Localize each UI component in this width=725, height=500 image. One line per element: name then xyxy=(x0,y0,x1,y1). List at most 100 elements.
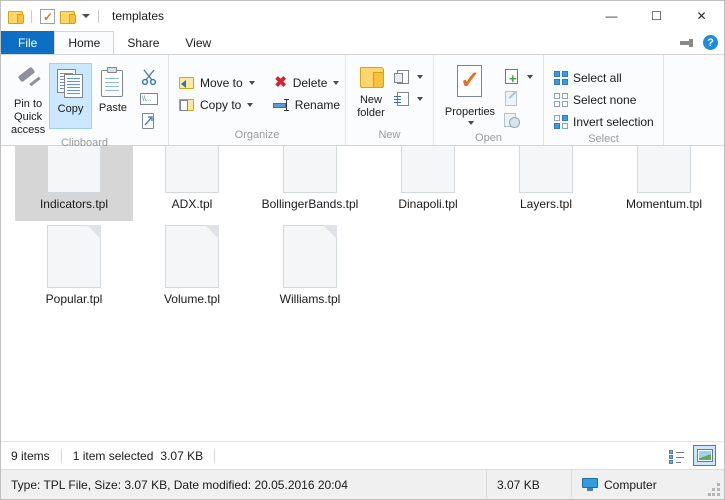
collapse-ribbon-icon[interactable] xyxy=(680,37,694,49)
maximize-button[interactable]: ☐ xyxy=(634,1,679,31)
copy-button[interactable]: Copy xyxy=(49,63,92,129)
check-glyph: ✓ xyxy=(43,9,54,24)
folder-icon[interactable] xyxy=(60,10,76,24)
window-title: templates xyxy=(112,9,165,23)
easy-access-button[interactable] xyxy=(390,88,427,110)
close-button[interactable]: ✕ xyxy=(679,1,724,31)
edit-icon xyxy=(504,91,521,107)
select-none-button[interactable]: Select none xyxy=(550,89,658,111)
file-item[interactable]: Williams.tpl xyxy=(251,221,369,316)
new-item-button[interactable] xyxy=(390,66,427,88)
paste-button[interactable]: Paste xyxy=(92,63,134,129)
move-to-label: Move to xyxy=(200,76,243,90)
select-all-icon xyxy=(554,70,569,86)
details-view-button[interactable] xyxy=(665,445,688,466)
tab-file[interactable]: File xyxy=(1,31,55,54)
history-icon xyxy=(504,113,521,129)
computer-icon xyxy=(582,478,598,491)
file-item[interactable]: ADX.tpl xyxy=(133,146,251,221)
organize-col-2: ✖ Delete Rename xyxy=(269,72,344,116)
chevron-down-icon[interactable] xyxy=(247,103,254,107)
divider xyxy=(98,9,99,23)
paste-shortcut-button[interactable] xyxy=(136,110,162,132)
copy-to-label: Copy to xyxy=(200,98,242,112)
copy-path-icon: \\... xyxy=(140,92,159,106)
copy-path-button[interactable]: \\... xyxy=(136,88,162,110)
move-to-button[interactable]: Move to xyxy=(175,72,259,94)
file-explorer-window: ✓ templates — ☐ ✕ File Home Share View ? xyxy=(0,0,725,500)
invert-selection-button[interactable]: Invert selection xyxy=(550,111,658,133)
chevron-down-icon[interactable] xyxy=(82,14,90,18)
chevron-down-icon[interactable] xyxy=(248,81,255,85)
file-item[interactable]: Volume.tpl xyxy=(133,221,251,316)
selection-label: 1 item selected xyxy=(72,448,154,463)
properties-icon: ✓ xyxy=(453,65,487,103)
rename-button[interactable]: Rename xyxy=(269,94,344,116)
ribbon-group-select: Select all Select none Invert selection xyxy=(544,55,664,145)
file-icon xyxy=(637,146,691,193)
paste-label: Paste xyxy=(98,102,127,114)
properties-button[interactable]: ✓ Properties xyxy=(440,61,500,127)
details-bar: Type: TPL File, Size: 3.07 KB, Date modi… xyxy=(1,469,724,499)
properties-icon[interactable]: ✓ xyxy=(40,8,55,24)
cut-icon xyxy=(140,69,158,86)
file-name-label: Volume.tpl xyxy=(163,292,221,306)
help-icon[interactable]: ? xyxy=(703,35,718,50)
divider xyxy=(214,448,216,463)
ribbon: Pin to Quick access Copy Paste \\... Cli… xyxy=(1,54,724,149)
tab-view[interactable]: View xyxy=(172,31,224,54)
open-button[interactable]: + xyxy=(500,66,537,88)
invert-selection-icon xyxy=(554,114,569,130)
new-folder-button[interactable]: New folder xyxy=(352,61,390,127)
pin-icon xyxy=(13,65,43,95)
move-to-icon xyxy=(179,76,196,91)
chevron-down-icon[interactable] xyxy=(417,75,423,79)
new-small-buttons xyxy=(390,61,427,110)
quick-access-toolbar: ✓ xyxy=(8,8,102,24)
ribbon-tabs-right: ? xyxy=(680,31,718,54)
easy-access-icon xyxy=(394,91,411,107)
copy-icon xyxy=(55,68,87,100)
file-item[interactable]: Layers.tpl xyxy=(487,146,605,221)
file-item[interactable]: Indicators.tpl xyxy=(15,146,133,221)
resize-grip[interactable] xyxy=(708,483,721,496)
chevron-down-icon[interactable] xyxy=(527,75,533,79)
selection-size-label: 3.07 KB xyxy=(160,448,204,463)
file-item[interactable]: Dinapoli.tpl xyxy=(369,146,487,221)
delete-icon: ✖ xyxy=(274,74,287,91)
file-list-view[interactable]: Indicators.tpl ADX.tpl BollingerBands.tp… xyxy=(1,146,724,441)
chevron-down-icon[interactable] xyxy=(468,121,474,125)
file-item[interactable]: BollingerBands.tpl xyxy=(251,146,369,221)
history-button[interactable] xyxy=(500,110,537,132)
copy-to-button[interactable]: Copy to xyxy=(175,94,259,116)
rename-label: Rename xyxy=(294,98,341,112)
select-all-button[interactable]: Select all xyxy=(550,67,658,89)
location-label: Computer xyxy=(604,477,657,492)
page-fold xyxy=(323,225,337,239)
file-item[interactable]: Momentum.tpl xyxy=(605,146,723,221)
folder-icon[interactable] xyxy=(8,10,24,24)
delete-button[interactable]: ✖ Delete xyxy=(269,72,344,94)
cut-button[interactable] xyxy=(136,66,162,88)
file-name-label: Layers.tpl xyxy=(519,197,573,211)
ribbon-group-clipboard: Pin to Quick access Copy Paste \\... Cli… xyxy=(1,55,169,149)
chevron-down-icon[interactable] xyxy=(333,81,340,85)
tab-home[interactable]: Home xyxy=(54,31,115,54)
edit-button[interactable] xyxy=(500,88,537,110)
tab-share[interactable]: Share xyxy=(114,31,172,54)
invert-selection-label: Invert selection xyxy=(573,115,654,129)
pin-to-quick-access-button[interactable]: Pin to Quick access xyxy=(7,61,49,137)
chevron-down-icon[interactable] xyxy=(417,97,423,101)
ribbon-tabs: File Home Share View ? xyxy=(1,31,724,54)
minimize-button[interactable]: — xyxy=(589,1,634,31)
large-icons-view-button[interactable] xyxy=(693,445,716,466)
properties-label: Properties xyxy=(444,106,496,118)
file-name-label: ADX.tpl xyxy=(171,197,213,211)
new-folder-icon xyxy=(356,65,386,91)
ribbon-group-empty xyxy=(664,55,724,145)
file-item[interactable]: Popular.tpl xyxy=(15,221,133,316)
location-cell: Computer xyxy=(571,470,724,499)
large-icons-view-icon xyxy=(696,449,713,462)
file-grid: Indicators.tpl ADX.tpl BollingerBands.tp… xyxy=(15,146,724,316)
item-count-label: 9 items xyxy=(11,448,50,463)
